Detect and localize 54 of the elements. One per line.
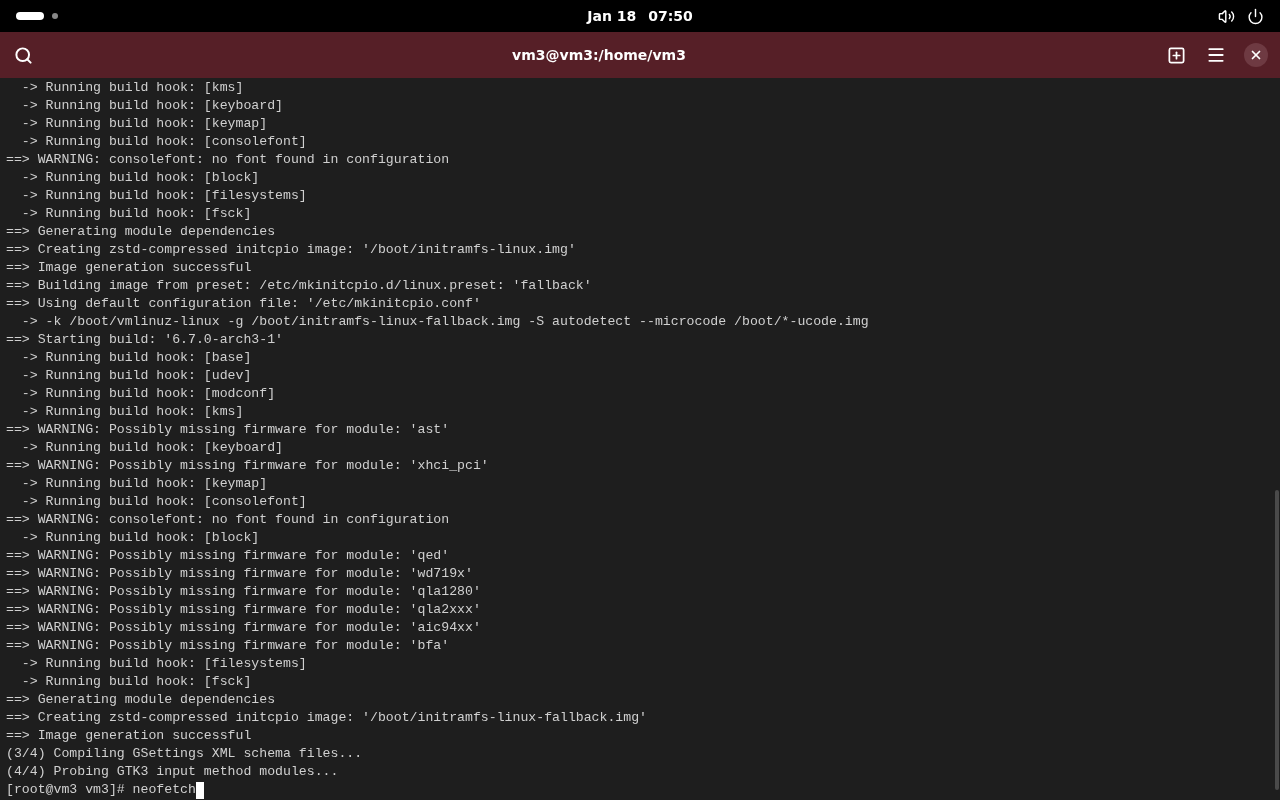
terminal-line: -> Running build hook: [fsck] <box>20 673 252 691</box>
terminal-line: -> Running build hook: [filesystems] <box>20 655 307 673</box>
search-icon <box>13 45 33 65</box>
volume-icon[interactable] <box>1218 7 1235 25</box>
text-cursor-icon <box>195 781 204 799</box>
terminal-line: ==> Creating zstd-compressed initcpio image: '/boot/initramfs-linux.img' <box>6 241 576 259</box>
plus-square-icon <box>1166 45 1186 65</box>
power-icon[interactable] <box>1247 7 1264 25</box>
terminal-line: -> Running build hook: [kms] <box>20 79 244 97</box>
terminal-line: ==> Generating module dependencies <box>6 223 276 241</box>
terminal-line: ==> WARNING: consolefont: no font found in configuration <box>6 511 450 529</box>
terminal-line: -> Running build hook: [block] <box>20 529 260 547</box>
terminal-line: ==> Image generation successful <box>6 727 252 745</box>
terminal-line: -> Running build hook: [consolefont] <box>20 493 307 511</box>
terminal-line: -> Running build hook: [udev] <box>20 367 252 385</box>
terminal-line: ==> Starting build: '6.7.0-arch3-1' <box>6 331 283 349</box>
scrollbar[interactable] <box>1275 490 1279 790</box>
close-icon <box>1249 48 1263 62</box>
terminal-line: ==> WARNING: Possibly missing firmware for module: 'ast' <box>6 421 450 439</box>
terminal-line: ==> WARNING: consolefont: no font found in configuration <box>6 151 450 169</box>
terminal-line: -> Running build hook: [keyboard] <box>20 97 283 115</box>
terminal-line: -> -k /boot/vmlinuz-linux -g /boot/initramfs-linux-fallback.img -S autodetect --microcode /boot/*-ucode.img <box>20 313 869 331</box>
terminal-line: ==> WARNING: Possibly missing firmware for module: 'qed' <box>6 547 450 565</box>
menu-icon <box>1206 45 1226 65</box>
terminal-line: -> Running build hook: [kms] <box>20 403 244 421</box>
terminal-line: -> Running build hook: [base] <box>20 349 252 367</box>
terminal-line: -> Running build hook: [consolefont] <box>20 133 307 151</box>
terminal-line: -> Running build hook: [keymap] <box>20 115 268 133</box>
terminal-line: ==> Building image from preset: /etc/mkinitcpio.d/linux.preset: 'fallback' <box>6 277 592 295</box>
clock-date[interactable]: Jan 18 <box>587 5 637 27</box>
terminal-line: ==> Creating zstd-compressed initcpio image: '/boot/initramfs-linux-fallback.img' <box>6 709 648 727</box>
terminal-line: -> Running build hook: [filesystems] <box>20 187 307 205</box>
terminal-line: (3/4) Compiling GSettings XML schema files... <box>6 745 363 763</box>
terminal-line: ==> WARNING: Possibly missing firmware for module: 'bfa' <box>6 637 450 655</box>
terminal-line: ==> Generating module dependencies <box>6 691 276 709</box>
terminal-line: (4/4) Probing GTK3 input method modules... <box>6 763 339 781</box>
terminal-line: -> Running build hook: [block] <box>20 169 260 187</box>
search-button[interactable] <box>12 44 34 66</box>
terminal-line: -> Running build hook: [keymap] <box>20 475 268 493</box>
window-title: vm3@vm3:/home/vm3 <box>512 45 686 65</box>
terminal-line: ==> WARNING: Possibly missing firmware for module: 'aic94xx' <box>6 619 481 637</box>
terminal-line: ==> Image generation successful <box>6 259 252 277</box>
terminal-line: ==> Using default configuration file: '/etc/mkinitcpio.conf' <box>6 295 481 313</box>
workspace-indicator-icon[interactable] <box>16 12 58 20</box>
terminal-line: -> Running build hook: [fsck] <box>20 205 252 223</box>
clock-time[interactable]: 07:50 <box>648 5 693 27</box>
close-button[interactable] <box>1244 43 1268 67</box>
terminal-line: ==> WARNING: Possibly missing firmware for module: 'xhci_pci' <box>6 457 489 475</box>
terminal-line: ==> WARNING: Possibly missing firmware for module: 'wd719x' <box>6 565 473 583</box>
terminal-line: ==> WARNING: Possibly missing firmware for module: 'qla1280' <box>6 583 481 601</box>
command-prompt[interactable]: [root@vm3 vm3]# neofetch <box>6 781 196 799</box>
terminal-line: -> Running build hook: [keyboard] <box>20 439 283 457</box>
terminal-line: -> Running build hook: [modconf] <box>20 385 276 403</box>
terminal-line: ==> WARNING: Possibly missing firmware for module: 'qla2xxx' <box>6 601 481 619</box>
